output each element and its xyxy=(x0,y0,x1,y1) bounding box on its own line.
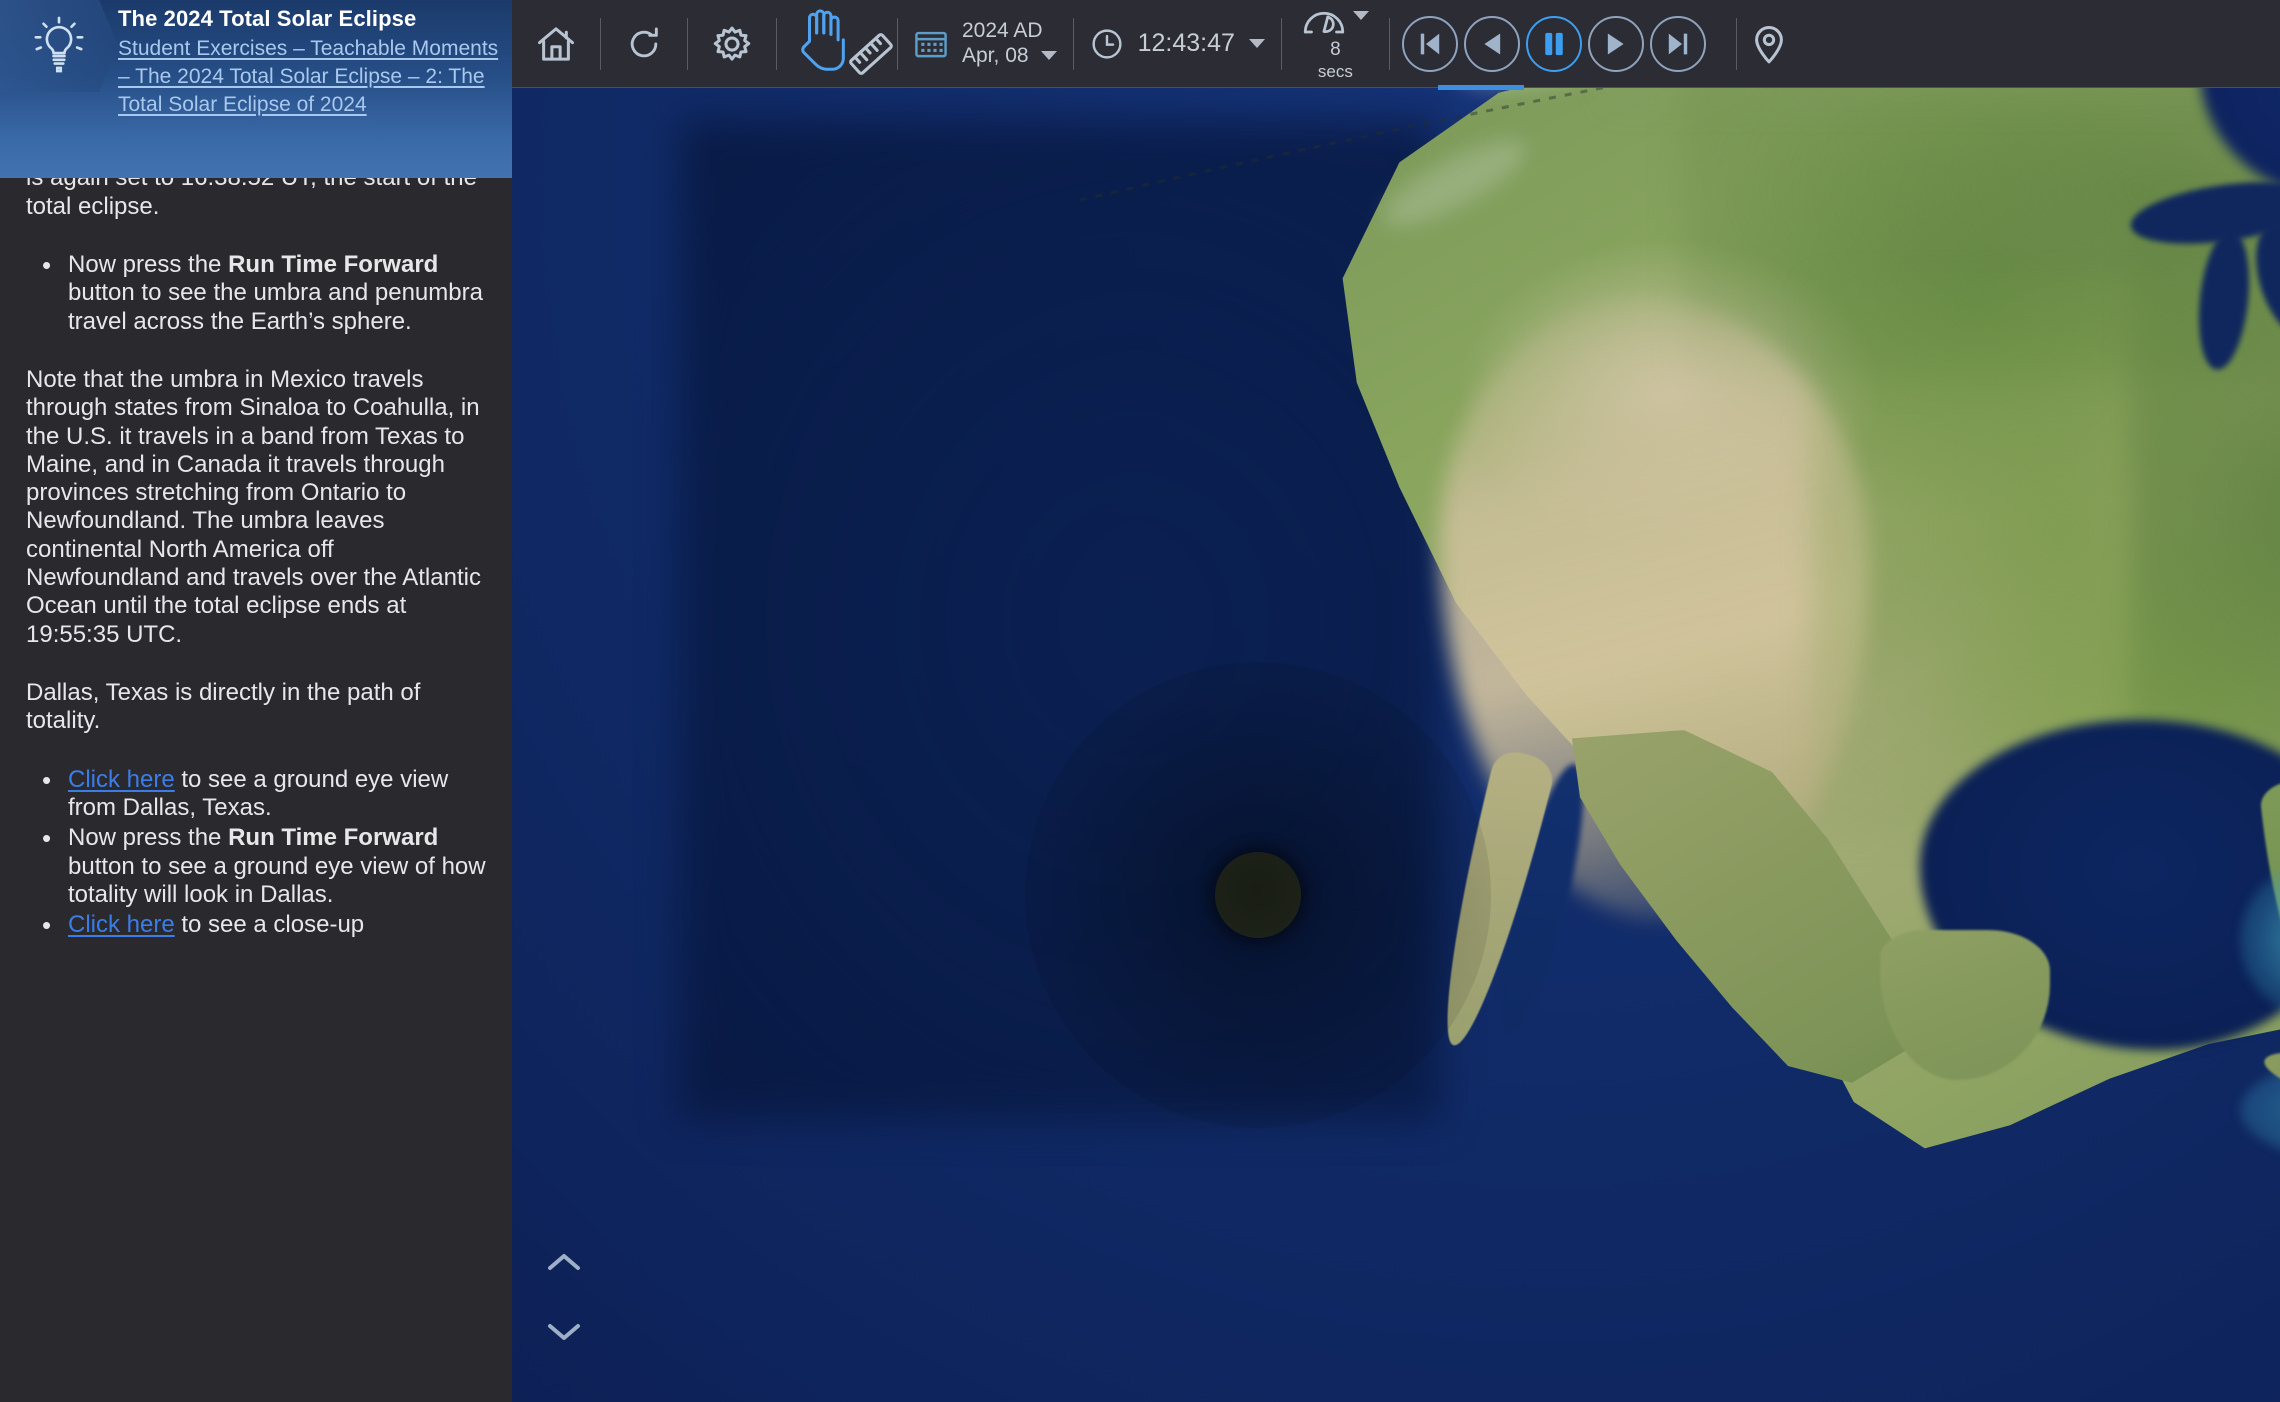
lightbulb-icon xyxy=(34,16,84,73)
bullet-suffix: button to see a ground eye view of how t… xyxy=(68,852,486,908)
skip-to-end-button[interactable] xyxy=(1649,15,1706,72)
guide-sidebar: The 2024 Total Solar Eclipse Student Exe… xyxy=(0,0,512,1402)
guide-bullet-list: Click here to see a ground eye view from… xyxy=(26,765,486,942)
run-time-backward-button[interactable] xyxy=(1463,15,1520,72)
reset-orientation-button[interactable] xyxy=(601,0,687,88)
bullet-prefix: Now press the xyxy=(68,250,229,278)
calendar-icon xyxy=(915,31,947,57)
bullet-bold: Run Time Forward xyxy=(228,250,439,278)
skip-back-icon xyxy=(1420,33,1440,54)
time-value-label: 12:43:47 xyxy=(1137,28,1235,57)
reset-icon xyxy=(630,26,658,57)
speed-dial-icon xyxy=(1303,11,1345,34)
transport-controls xyxy=(1390,0,1718,88)
pause-icon xyxy=(1545,32,1563,55)
guide-panel-header: The 2024 Total Solar Eclipse Student Exe… xyxy=(0,0,512,178)
guide-bullet-list: Now press the Run Time Forward button to… xyxy=(26,250,486,336)
chevron-down-icon[interactable] xyxy=(546,1321,582,1343)
list-item: Now press the Run Time Forward button to… xyxy=(26,250,486,336)
ground-eye-view-link[interactable]: Click here xyxy=(68,766,175,793)
application-window: 2024 AD Apr, 08 12:43:47 8 secs The 2024… xyxy=(0,0,2280,1402)
date-year-label: 2024 AD xyxy=(962,18,1043,42)
guide-header-text: The 2024 Total Solar Eclipse Student Exe… xyxy=(118,0,512,119)
location-button[interactable] xyxy=(1737,0,1801,88)
settings-button[interactable] xyxy=(688,0,776,88)
guide-paragraph-dallas: Dallas, Texas is directly in the path of… xyxy=(26,679,421,735)
location-pin-icon xyxy=(1755,25,1783,63)
guide-panel-body[interactable]: the April 8, 2024 eclipse. Note that the… xyxy=(0,178,512,1402)
bullet-suffix: button to see the umbra and penumbra tra… xyxy=(68,279,483,335)
guide-scroll-strip xyxy=(512,88,598,1402)
date-readout[interactable]: 2024 AD Apr, 08 xyxy=(898,0,1073,88)
time-readout[interactable]: 12:43:47 xyxy=(1074,0,1281,88)
umbra-shadow xyxy=(1215,852,1301,938)
pause-button[interactable] xyxy=(1525,15,1582,72)
list-item: Click here to see a close-up xyxy=(26,910,486,941)
time-speed-widget[interactable]: 8 secs xyxy=(1282,0,1389,88)
eclipse-shadow-group xyxy=(1025,662,1491,1128)
bullet-bold: Run Time Forward xyxy=(228,824,439,852)
pan-tool-button[interactable] xyxy=(777,0,897,88)
playback-state-indicator xyxy=(1438,85,1524,90)
clock-icon xyxy=(1091,28,1122,59)
guide-badge xyxy=(0,0,118,92)
date-caret-down-icon[interactable] xyxy=(1040,51,1057,61)
close-up-view-link[interactable]: Click here xyxy=(68,911,175,938)
list-item: Click here to see a ground eye view from… xyxy=(26,765,486,823)
time-caret-down-icon[interactable] xyxy=(1248,39,1265,48)
gear-icon xyxy=(713,26,751,61)
guide-paragraph-umbra-path: Note that the umbra in Mexico travels th… xyxy=(26,365,481,648)
chevron-up-icon[interactable] xyxy=(546,1251,582,1273)
guide-paragraph-clipped: the April 8, 2024 eclipse. Note that the… xyxy=(26,178,477,220)
speed-unit-label: secs xyxy=(1317,62,1353,81)
skip-forward-icon xyxy=(1668,33,1688,54)
play-forward-icon xyxy=(1607,33,1624,54)
play-back-icon xyxy=(1484,33,1501,54)
home-button[interactable] xyxy=(512,0,600,88)
home-icon xyxy=(537,26,575,61)
page-title: The 2024 Total Solar Eclipse xyxy=(118,6,417,31)
run-time-forward-button[interactable] xyxy=(1587,15,1644,72)
bullet-suffix: to see a close-up xyxy=(174,911,365,939)
top-toolbar: 2024 AD Apr, 08 12:43:47 8 secs xyxy=(512,0,2280,88)
breadcrumb[interactable]: Student Exercises – Teachable Moments – … xyxy=(118,35,504,119)
skip-to-start-button[interactable] xyxy=(1401,15,1458,72)
bullet-prefix: Now press the xyxy=(68,824,229,852)
list-item: Now press the Run Time Forward button to… xyxy=(26,823,486,909)
speed-value-label: 8 xyxy=(1330,39,1341,60)
speed-caret-down-icon[interactable] xyxy=(1352,11,1369,20)
date-day-label: Apr, 08 xyxy=(962,43,1029,67)
ruler-icon xyxy=(849,32,893,75)
